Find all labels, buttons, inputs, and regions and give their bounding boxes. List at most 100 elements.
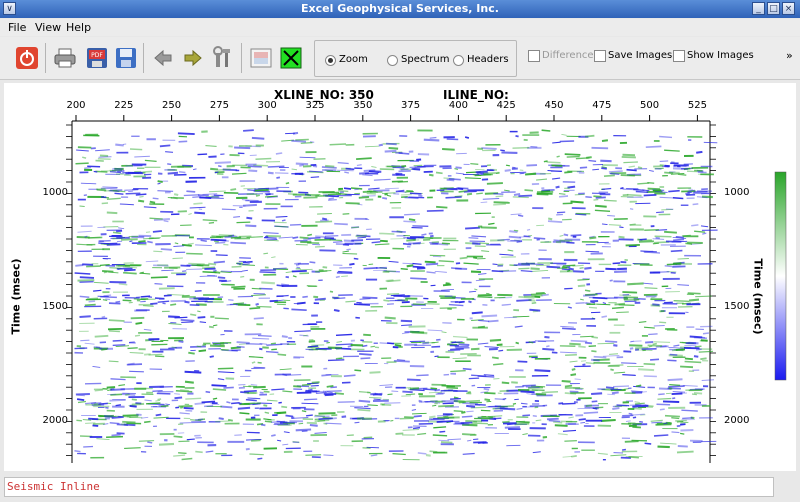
seismic-stroke: [446, 386, 459, 390]
seismic-stroke: [398, 152, 410, 155]
seismic-stroke: [276, 420, 288, 424]
seismic-stroke: [430, 387, 438, 390]
seismic-stroke: [416, 374, 429, 377]
seismic-stroke: [570, 339, 588, 343]
seismic-stroke: [633, 297, 646, 301]
seismic-stroke: [570, 373, 577, 377]
seismic-stroke: [220, 405, 233, 409]
seismic-stroke: [387, 393, 393, 396]
seismic-stroke: [342, 243, 350, 246]
seismic-stroke: [208, 262, 217, 266]
seismic-stroke: [186, 190, 196, 193]
seismic-stroke: [380, 239, 388, 243]
seismic-stroke: [504, 426, 520, 429]
seismic-stroke: [197, 310, 201, 313]
seismic-stroke: [528, 341, 534, 344]
seismic-stroke: [529, 308, 541, 312]
seismic-stroke: [342, 253, 358, 255]
seismic-stroke: [407, 294, 423, 297]
seismic-stroke: [265, 193, 271, 196]
seismic-stroke: [314, 432, 327, 434]
seismic-stroke: [276, 284, 284, 287]
seismic-stroke: [614, 302, 626, 306]
seismic-stroke: [109, 266, 121, 269]
seismic-stroke: [591, 392, 603, 396]
seismic-stroke: [515, 135, 519, 138]
seismic-stroke: [155, 355, 165, 358]
seismic-stroke: [271, 434, 276, 437]
seismic-stroke: [259, 271, 276, 274]
seismic-stroke: [691, 224, 699, 227]
seismic-stroke: [366, 192, 376, 195]
seismic-stroke: [281, 405, 288, 409]
seismic-stroke: [277, 439, 282, 442]
seismic-stroke: [584, 341, 593, 345]
seismic-stroke: [217, 367, 234, 370]
seismic-stroke: [499, 253, 514, 256]
seismic-stroke: [450, 347, 464, 351]
seismic-stroke: [311, 381, 320, 384]
seismic-stroke: [217, 371, 235, 374]
seismic-stroke: [670, 249, 683, 253]
seismic-stroke: [563, 233, 569, 237]
seismic-stroke: [303, 334, 308, 337]
seismic-stroke: [152, 197, 159, 200]
seismic-stroke: [157, 300, 170, 303]
seismic-stroke: [588, 159, 597, 162]
seismic-stroke: [129, 416, 139, 418]
seismic-stroke: [322, 266, 328, 269]
seismic-stroke: [585, 404, 593, 407]
seismic-stroke: [577, 284, 586, 288]
seismic-stroke: [242, 263, 250, 265]
seismic-stroke: [484, 392, 496, 395]
seismic-stroke: [577, 279, 590, 281]
seismic-stroke: [370, 345, 375, 348]
seismic-stroke: [135, 193, 147, 196]
seismic-stroke: [289, 223, 302, 226]
seismic-stroke: [580, 298, 584, 301]
seismic-stroke: [552, 177, 561, 180]
seismic-stroke: [202, 344, 207, 346]
seismic-stroke: [652, 342, 657, 346]
seismic-stroke: [579, 166, 588, 169]
seismic-stroke: [670, 161, 675, 164]
seismic-stroke: [595, 204, 607, 208]
seismic-stroke: [143, 206, 157, 209]
seismic-stroke: [163, 294, 172, 297]
seismic-stroke: [413, 168, 421, 171]
seismic-stroke: [632, 426, 641, 429]
seismic-stroke: [493, 378, 500, 380]
seismic-stroke: [79, 276, 95, 279]
seismic-stroke: [462, 367, 472, 371]
seismic-stroke: [702, 332, 710, 335]
seismic-stroke: [112, 344, 126, 346]
seismic-stroke: [294, 262, 301, 265]
seismic-stroke: [329, 239, 343, 242]
seismic-stroke: [84, 303, 96, 307]
seismic-stroke: [468, 377, 480, 380]
seismic-stroke: [634, 402, 645, 405]
seismic-stroke: [295, 162, 309, 166]
seismic-stroke: [326, 391, 333, 394]
seismic-stroke: [676, 392, 687, 395]
seismic-stroke: [458, 301, 465, 304]
seismic-stroke: [469, 290, 477, 293]
seismic-stroke: [93, 281, 109, 284]
seismic-stroke: [582, 363, 586, 366]
seismic-stroke: [254, 188, 269, 192]
seismic-stroke: [298, 422, 304, 425]
seismic-stroke: [514, 325, 523, 328]
seismic-stroke: [479, 242, 490, 245]
seismic-stroke: [373, 178, 391, 181]
seismic-plot[interactable]: [0, 0, 800, 502]
seismic-stroke: [148, 353, 163, 356]
seismic-stroke: [135, 321, 143, 325]
seismic-stroke: [82, 263, 94, 266]
seismic-stroke: [129, 341, 135, 344]
seismic-stroke: [208, 325, 214, 329]
seismic-stroke: [557, 433, 568, 436]
seismic-stroke: [341, 415, 347, 418]
seismic-stroke: [530, 145, 538, 148]
seismic-stroke: [616, 404, 630, 407]
seismic-stroke: [335, 275, 340, 279]
